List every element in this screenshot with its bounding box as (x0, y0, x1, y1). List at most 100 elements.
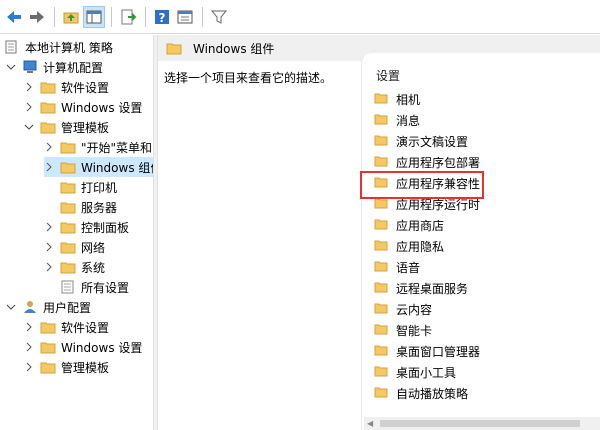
computer-icon (22, 60, 38, 74)
settings-list: 设置 相机 消息 演示文稿设置 应用程序包部署 应用程序兼容性 应用程序运行时 … (362, 53, 600, 430)
folder-icon (374, 239, 390, 253)
list-item-label: 应用隐私 (396, 239, 445, 254)
tree-item-network[interactable]: 网络 (44, 237, 105, 257)
tree-item-local-policy[interactable]: 本地计算机 策略 (4, 37, 113, 57)
tree-item-server[interactable]: 服务器 (60, 197, 117, 217)
tree-item-label: 打印机 (81, 180, 118, 195)
highlight-annotation-box (360, 171, 484, 199)
list-item-desktop-gadgets[interactable]: 桌面小工具 (374, 362, 456, 382)
list-item-camera[interactable]: 相机 (374, 89, 420, 109)
tree-item-user-admin-templates[interactable]: 管理模板 (24, 357, 109, 377)
tree-item-control-panel[interactable]: 控制面板 (44, 217, 129, 237)
list-item-cloud-content[interactable]: 云内容 (374, 299, 432, 319)
chevron-right-icon[interactable] (24, 82, 34, 92)
list-item-autoplay-policies[interactable]: 自动播放策略 (374, 383, 468, 403)
list-item-label: 自动播放策略 (396, 386, 469, 401)
folder-icon (40, 80, 56, 94)
tree-pane: 本地计算机 策略 计算机配置 软件设置 Windows 设置 管理模板 "开始"… (0, 35, 153, 430)
chevron-right-icon[interactable] (44, 142, 54, 152)
folder-icon (374, 386, 390, 400)
list-item-label: 应用程序包部署 (396, 155, 481, 170)
folder-icon (60, 240, 76, 254)
tree-item-start-menu[interactable]: "开始"菜单和 (44, 137, 152, 157)
up-one-level-button[interactable] (60, 6, 82, 28)
chevron-right-icon[interactable] (24, 342, 34, 352)
chevron-right-icon[interactable] (24, 362, 34, 372)
tree-item-user-windows-settings[interactable]: Windows 设置 (24, 337, 142, 357)
list-item-label: 智能卡 (396, 323, 433, 338)
properties-view-button[interactable] (174, 6, 196, 28)
description-text: 选择一个项目来查看它的描述。 (164, 71, 333, 85)
folder-icon (40, 360, 56, 374)
tree-item-system[interactable]: 系统 (44, 257, 105, 277)
tree-item-windows-components[interactable]: Windows 组件 (44, 157, 153, 177)
tree-item-user-software-settings[interactable]: 软件设置 (24, 317, 109, 337)
folder-icon (374, 302, 390, 316)
show-hide-tree-button[interactable] (83, 5, 105, 28)
list-item-smart-card[interactable]: 智能卡 (374, 320, 432, 340)
filter-button[interactable] (208, 6, 230, 28)
list-item-label: 桌面窗口管理器 (396, 344, 481, 359)
list-item-remote-desktop[interactable]: 远程桌面服务 (374, 278, 468, 298)
list-item-speech[interactable]: 语音 (374, 257, 420, 277)
chevron-down-icon[interactable] (24, 122, 34, 132)
tree-item-printers[interactable]: 打印机 (60, 177, 117, 197)
chevron-right-icon[interactable] (44, 222, 54, 232)
list-item-store[interactable]: 应用商店 (374, 215, 444, 235)
chevron-down-icon[interactable] (6, 302, 16, 312)
settings-list-icon (60, 280, 76, 294)
forward-arrow-icon (30, 10, 44, 23)
tree-item-user-config[interactable]: 用户配置 (6, 297, 91, 317)
list-item-label: 应用商店 (396, 218, 445, 233)
chevron-right-icon[interactable] (44, 162, 54, 172)
details-pane: Windows 组件 选择一个项目来查看它的描述。 设置 相机 消息 演示文稿设… (158, 35, 600, 430)
tree-item-computer-config[interactable]: 计算机配置 (6, 57, 103, 77)
chevron-right-icon[interactable] (44, 262, 54, 272)
list-item-app-privacy[interactable]: 应用隐私 (374, 236, 444, 256)
tree-item-windows-settings[interactable]: Windows 设置 (24, 97, 142, 117)
policy-document-icon (4, 40, 20, 54)
properties-view-icon (177, 10, 193, 23)
horizontal-scrollbar[interactable]: ◀ (364, 417, 600, 430)
tree-item-label: 服务器 (81, 200, 118, 215)
list-item-label: 相机 (396, 92, 421, 107)
back-button[interactable] (3, 6, 25, 28)
column-header-setting[interactable]: 设置 (376, 67, 400, 84)
folder-icon (374, 197, 390, 211)
folder-icon (374, 344, 390, 358)
tree-item-admin-templates[interactable]: 管理模板 (24, 117, 109, 137)
tree-item-label: 网络 (81, 240, 106, 255)
export-list-button[interactable] (117, 6, 139, 28)
tree-item-label: 控制面板 (81, 220, 130, 235)
folder-open-icon (60, 160, 76, 174)
folder-icon (374, 218, 390, 232)
user-icon (22, 300, 38, 314)
tree-item-label: 所有设置 (81, 280, 130, 295)
folder-icon (60, 200, 76, 214)
folder-icon (374, 365, 390, 379)
tree-item-label: Windows 组件 (81, 160, 153, 175)
chevron-down-icon[interactable] (6, 62, 16, 72)
chevron-right-icon[interactable] (24, 322, 34, 332)
tree-item-software-settings[interactable]: 软件设置 (24, 77, 109, 97)
tree-item-label: 软件设置 (61, 320, 110, 335)
chevron-right-icon[interactable] (24, 102, 34, 112)
toolbar: ? (0, 0, 600, 34)
list-item-presentation-settings[interactable]: 演示文稿设置 (374, 131, 468, 151)
list-item-label: 桌面小工具 (396, 365, 457, 380)
tree-item-all-settings[interactable]: 所有设置 (60, 277, 129, 297)
tree-item-label: 本地计算机 策略 (25, 40, 113, 55)
list-item-label: 远程桌面服务 (396, 281, 469, 296)
svg-text:?: ? (159, 11, 166, 25)
details-title: Windows 组件 (193, 41, 275, 56)
list-item-desktop-window-manager[interactable]: 桌面窗口管理器 (374, 341, 480, 361)
scroll-left-icon[interactable]: ◀ (367, 419, 373, 428)
list-item-app-package-deployment[interactable]: 应用程序包部署 (374, 152, 480, 172)
forward-button[interactable] (26, 6, 48, 28)
list-item-messaging[interactable]: 消息 (374, 110, 420, 130)
chevron-right-icon[interactable] (44, 242, 54, 252)
tree-item-label: Windows 设置 (61, 100, 143, 115)
help-button[interactable]: ? (151, 6, 173, 28)
scrollbar-thumb[interactable] (380, 420, 580, 427)
up-folder-icon (63, 12, 79, 23)
